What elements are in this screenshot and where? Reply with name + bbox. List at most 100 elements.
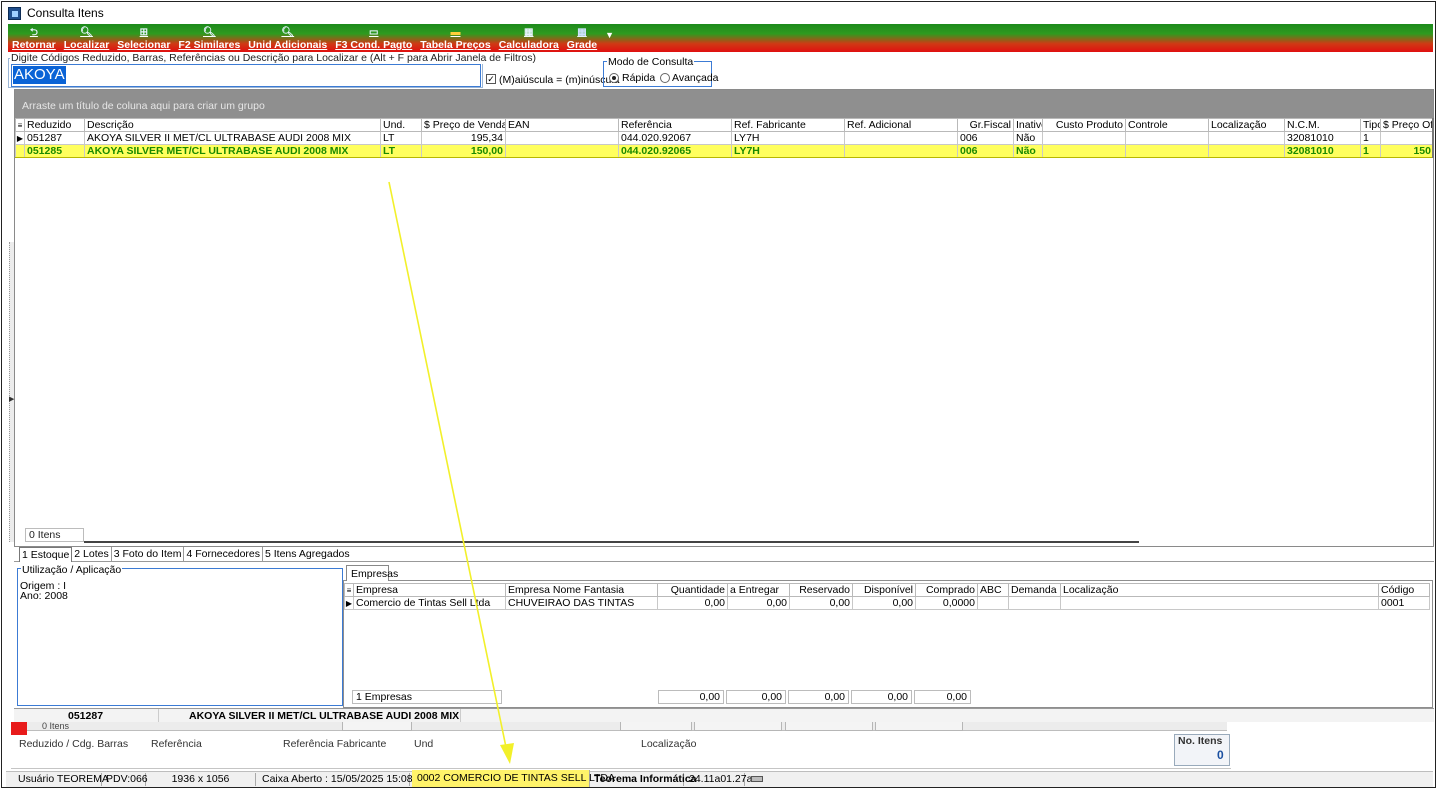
unid-adicionais-button[interactable]: 🔍︎ Unid Adicionais xyxy=(244,24,331,52)
col-abc[interactable]: ABC xyxy=(977,583,1009,597)
cell-reservado[interactable]: 0,00 xyxy=(789,596,853,610)
col-nome-fantasia[interactable]: Empresa Nome Fantasia xyxy=(505,583,658,597)
col-und[interactable]: Und. xyxy=(380,118,422,132)
calculadora-button[interactable]: ▦ Calculadora xyxy=(495,24,563,52)
avancada-radio[interactable] xyxy=(660,73,670,83)
column-chooser-icon[interactable]: ≡ xyxy=(344,583,354,597)
cell-demanda[interactable] xyxy=(1008,596,1061,610)
cell-ref-adicional[interactable] xyxy=(844,144,958,158)
tabela-precos-button[interactable]: ▬ Tabela Preços xyxy=(416,24,494,52)
avancada-label[interactable]: Avançada xyxy=(672,72,719,84)
cell-comprado[interactable]: 0,0000 xyxy=(915,596,978,610)
cond-pagto-button[interactable]: ▭ F3 Cond. Pagto xyxy=(331,24,416,52)
cell-nome-fantasia[interactable]: CHUVEIRAO DAS TINTAS xyxy=(505,596,658,610)
grade-button[interactable]: ▦ Grade xyxy=(563,24,601,52)
chevron-right-icon[interactable]: ▶ xyxy=(9,395,14,403)
cell-descricao[interactable]: AKOYA SILVER II MET/CL ULTRABASE AUDI 20… xyxy=(84,131,381,145)
cell-gr-fiscal[interactable]: 006 xyxy=(957,144,1014,158)
retornar-button[interactable]: ⮌ Retornar xyxy=(8,24,60,52)
column-chooser-icon[interactable]: ≡ xyxy=(15,118,25,132)
cell-empresa[interactable]: Comercio de Tintas Sell Ltda xyxy=(353,596,506,610)
col-reservado[interactable]: Reservado xyxy=(789,583,853,597)
search-input[interactable] xyxy=(11,64,481,87)
cell-und[interactable]: LT xyxy=(380,144,422,158)
cell-preco-oferta[interactable] xyxy=(1380,131,1434,145)
col-reduzido[interactable]: Reduzido xyxy=(24,118,85,132)
col-codigo[interactable]: Código xyxy=(1378,583,1430,597)
col-gr-fiscal[interactable]: Gr.Fiscal xyxy=(957,118,1014,132)
cell-localizacao[interactable] xyxy=(1208,131,1285,145)
rapida-label[interactable]: Rápida xyxy=(622,72,655,84)
cell-inativo[interactable]: Não xyxy=(1013,144,1043,158)
cell-ean[interactable] xyxy=(505,131,619,145)
cell-referencia[interactable]: 044.020.92067 xyxy=(618,131,732,145)
cell-localizacao[interactable] xyxy=(1060,596,1379,610)
tab-itens-agregados[interactable]: 5 Itens Agregados xyxy=(263,547,352,562)
cell-reduzido[interactable]: 051287 xyxy=(24,131,85,145)
cell-custo-produto[interactable] xyxy=(1042,144,1126,158)
cell-referencia[interactable]: 044.020.92065 xyxy=(618,144,732,158)
group-by-panel[interactable]: Arraste um título de coluna aqui para cr… xyxy=(15,90,1433,118)
tab-fornecedores[interactable]: 4 Fornecedores xyxy=(184,547,263,562)
tab-estoque[interactable]: 1 Estoque xyxy=(19,547,73,562)
cell-gr-fiscal[interactable]: 006 xyxy=(957,131,1014,145)
cell-tipo[interactable]: 1 xyxy=(1360,144,1381,158)
localizar-button[interactable]: 🔍︎ Localizar xyxy=(60,24,114,52)
left-splitter[interactable] xyxy=(9,242,14,542)
col-tipo[interactable]: Tipo xyxy=(1360,118,1381,132)
col-empresa[interactable]: Empresa xyxy=(353,583,506,597)
col-descricao[interactable]: Descrição xyxy=(84,118,381,132)
cell-controle[interactable] xyxy=(1125,144,1209,158)
col-ref-fabricante[interactable]: Ref. Fabricante xyxy=(731,118,845,132)
cell-preco-venda[interactable]: 150,00 xyxy=(421,144,506,158)
col-controle[interactable]: Controle xyxy=(1125,118,1209,132)
rapida-radio[interactable] xyxy=(609,73,619,83)
col-localizacao[interactable]: Localização xyxy=(1208,118,1285,132)
grid-horizontal-scrollbar[interactable] xyxy=(84,541,1139,543)
cell-ean[interactable] xyxy=(505,144,619,158)
cell-preco-venda[interactable]: 195,34 xyxy=(421,131,506,145)
col-quantidade[interactable]: Quantidade xyxy=(657,583,728,597)
cell-preco-oferta[interactable]: 150 xyxy=(1380,144,1434,158)
table-row[interactable]: ▶ 051287 AKOYA SILVER II MET/CL ULTRABAS… xyxy=(15,131,1434,145)
col-ncm[interactable]: N.C.M. xyxy=(1284,118,1361,132)
cell-und[interactable]: LT xyxy=(380,131,422,145)
cell-descricao[interactable]: AKOYA SILVER MET/CL ULTRABASE AUDI 2008 … xyxy=(84,144,381,158)
cell-ref-adicional[interactable] xyxy=(844,131,958,145)
col-preco-venda[interactable]: $ Preço de Venda xyxy=(421,118,506,132)
col-ean[interactable]: EAN xyxy=(505,118,619,132)
tab-lotes[interactable]: 2 Lotes xyxy=(72,547,112,562)
grid-vertical-scrollbar[interactable] xyxy=(1432,118,1434,158)
cell-controle[interactable] xyxy=(1125,131,1209,145)
col-ref-adicional[interactable]: Ref. Adicional xyxy=(844,118,958,132)
tab-empresas[interactable]: Empresas xyxy=(346,565,398,581)
col-localizacao[interactable]: Localização xyxy=(1060,583,1379,597)
table-row[interactable]: ▶ Comercio de Tintas Sell Ltda CHUVEIRAO… xyxy=(344,596,1430,610)
cell-localizacao[interactable] xyxy=(1208,144,1285,158)
table-row-selected[interactable]: 051285 AKOYA SILVER MET/CL ULTRABASE AUD… xyxy=(15,144,1434,158)
chevron-down-icon[interactable]: ▼ xyxy=(601,30,618,52)
cell-ref-fabricante[interactable]: LY7H xyxy=(731,144,845,158)
cell-abc[interactable] xyxy=(977,596,1009,610)
cell-tipo[interactable]: 1 xyxy=(1360,131,1381,145)
search-input-value[interactable]: AKOYA xyxy=(13,66,66,84)
cell-a-entregar[interactable]: 0,00 xyxy=(727,596,790,610)
cell-disponivel[interactable]: 0,00 xyxy=(852,596,916,610)
col-referencia[interactable]: Referência xyxy=(618,118,732,132)
col-comprado[interactable]: Comprado xyxy=(915,583,978,597)
selecionar-button[interactable]: ⊞ Selecionar xyxy=(113,24,174,52)
cell-quantidade[interactable]: 0,00 xyxy=(657,596,728,610)
cell-ref-fabricante[interactable]: LY7H xyxy=(731,131,845,145)
col-a-entregar[interactable]: a Entregar xyxy=(727,583,790,597)
tab-foto-item[interactable]: 3 Foto do Item xyxy=(112,547,185,562)
cell-ncm[interactable]: 32081010 xyxy=(1284,144,1361,158)
col-demanda[interactable]: Demanda xyxy=(1008,583,1061,597)
col-preco-oferta[interactable]: $ Preço Oferta xyxy=(1380,118,1434,132)
col-inativo[interactable]: Inativo xyxy=(1013,118,1043,132)
cell-custo-produto[interactable] xyxy=(1042,131,1126,145)
case-sensitive-checkbox[interactable]: ✓ xyxy=(486,74,496,84)
col-custo-produto[interactable]: Custo Produto xyxy=(1042,118,1126,132)
cell-inativo[interactable]: Não xyxy=(1013,131,1043,145)
cell-codigo[interactable]: 0001 xyxy=(1378,596,1430,610)
similares-button[interactable]: 🔍︎ F2 Similares xyxy=(174,24,244,52)
